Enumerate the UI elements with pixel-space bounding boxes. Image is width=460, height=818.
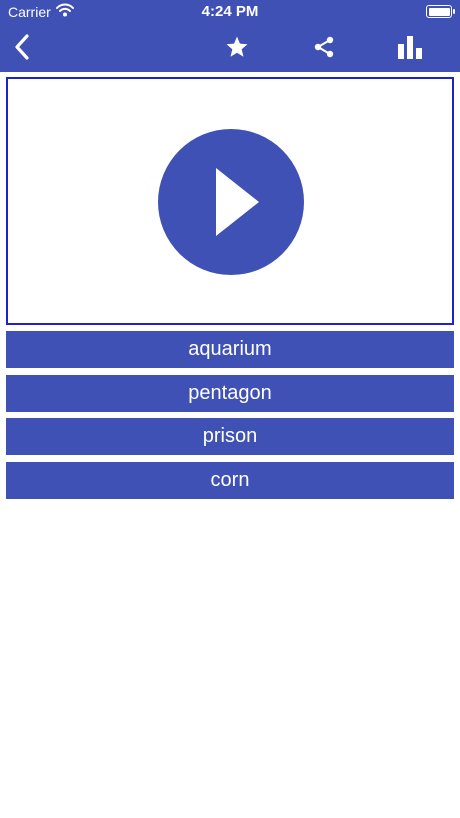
answer-label: corn [210,468,250,491]
answer-list: aquarium pentagon prison corn [6,331,454,505]
back-button[interactable] [4,30,40,64]
battery-icon [426,5,455,18]
bar-chart-icon [398,36,422,59]
share-button[interactable] [306,30,342,64]
status-time: 4:24 PM [201,3,259,20]
answer-button[interactable]: corn [6,461,454,499]
share-icon [314,36,334,58]
play-button[interactable] [158,129,304,275]
answer-label: pentagon [188,381,272,404]
answer-label: aquarium [188,338,272,360]
answer-button[interactable]: pentagon [6,374,454,412]
answer-button[interactable]: aquarium [6,331,454,368]
star-icon [226,36,248,57]
top-bar: Carrier 4:24 PM [0,0,460,72]
favorite-button[interactable] [219,30,255,64]
status-bar: Carrier 4:24 PM [0,0,460,24]
answer-label: prison [202,425,258,447]
stats-button[interactable] [392,30,428,64]
media-player-panel [6,77,454,325]
answer-button[interactable]: prison [6,418,454,455]
play-icon [216,168,259,236]
back-chevron-icon [15,34,29,60]
